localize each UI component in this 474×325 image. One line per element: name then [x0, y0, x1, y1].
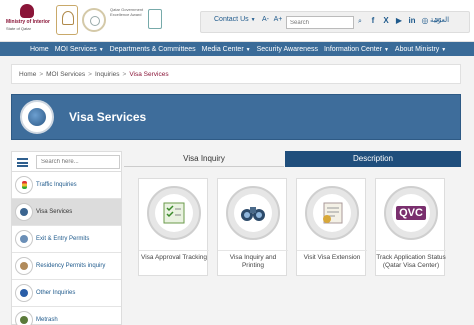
- utility-bar: Contact Us▼ A- A+ ⌕ f X ▶ in ◎ ✉ العربية: [200, 11, 470, 33]
- nav-label: Security Awareness: [256, 45, 318, 53]
- breadcrumb-inquiries[interactable]: Inquiries: [95, 71, 120, 78]
- service-card-label: Track Application Status (Qatar Visa Cen…: [376, 250, 446, 269]
- language-switch-link[interactable]: العربية: [430, 16, 449, 24]
- sidebar-item-label: Residency Permits inquiry: [36, 263, 106, 269]
- service-card-track-application-status[interactable]: QVC Track Application Status (Qatar Visa…: [375, 178, 446, 276]
- partner-badge-icon: [56, 5, 78, 35]
- nav-item-media-center[interactable]: Media Center ▼: [202, 46, 257, 53]
- nav-label: About Ministry: [394, 45, 440, 53]
- sidebar-item-label: Other Inquiries: [36, 290, 76, 296]
- service-card-visit-visa-extension[interactable]: Visit Visa Extension: [296, 178, 367, 276]
- visa-document-icon: [305, 186, 359, 240]
- nav-label: Media Center: [201, 45, 244, 53]
- nav-label: Information Center: [323, 45, 382, 53]
- sidebar-item-visa-services[interactable]: Visa Services: [12, 199, 121, 226]
- breadcrumb-separator: >: [122, 70, 127, 78]
- sidebar-item-other-inquiries[interactable]: Other Inquiries: [12, 280, 121, 307]
- breadcrumb-separator: >: [39, 70, 44, 78]
- nav-item-about-ministry[interactable]: About Ministry ▼: [395, 46, 452, 53]
- globe-icon: [15, 203, 33, 221]
- residency-card-icon: [15, 257, 33, 275]
- airplane-icon: [15, 230, 33, 248]
- x-icon[interactable]: X: [382, 16, 390, 26]
- sidebar-item-exit-entry-permits[interactable]: Exit & Entry Permits: [12, 226, 121, 253]
- nav-item-security-awareness[interactable]: Security Awareness: [257, 46, 324, 53]
- service-card-label: Visa Approval Tracking: [139, 250, 209, 262]
- award-emblem-icon: [148, 9, 162, 29]
- traffic-light-icon: [15, 176, 33, 194]
- checklist-icon: [147, 186, 201, 240]
- partner-ring-icon: [82, 8, 106, 32]
- breadcrumb-separator: >: [88, 70, 92, 78]
- breadcrumb-home[interactable]: Home: [19, 71, 36, 78]
- nav-item-moi-services[interactable]: MOI Services ▼: [55, 46, 110, 53]
- chevron-down-icon: ▼: [245, 46, 251, 53]
- contact-us-link[interactable]: Contact Us ▼: [214, 16, 256, 23]
- breadcrumb-moi-services[interactable]: MOI Services: [46, 71, 85, 78]
- search-icon[interactable]: ⌕: [355, 16, 365, 28]
- service-cards: Visa Approval Tracking Visa Inquiry and …: [124, 170, 461, 325]
- nav-item-information-center[interactable]: Information Center ▼: [324, 46, 395, 53]
- chevron-down-icon: ▼: [250, 17, 256, 23]
- moi-emblem-icon: [20, 4, 34, 18]
- logo-group: Ministry of Interior State of Qatar Qata…: [6, 3, 162, 37]
- font-decrease-button[interactable]: A-: [262, 16, 269, 23]
- qvc-logo-text: QVC: [396, 206, 426, 220]
- main-nav: Home MOI Services ▼ Departments & Committ…: [0, 42, 474, 56]
- moi-logo[interactable]: Ministry of Interior State of Qatar: [6, 4, 52, 36]
- instagram-icon[interactable]: ◎: [421, 16, 429, 26]
- font-size-controls: A- A+: [262, 16, 285, 23]
- award-line2: Excellence Award: [110, 12, 142, 17]
- sidebar-item-residency-permits[interactable]: Residency Permits inquiry: [12, 253, 121, 280]
- sidebar-item-label: Traffic Inquiries: [36, 182, 77, 188]
- nav-label: MOI Services: [54, 45, 97, 53]
- facebook-icon[interactable]: f: [369, 16, 377, 26]
- sidebar-item-label: Exit & Entry Permits: [36, 236, 90, 242]
- service-card-label: Visa Inquiry and Printing: [218, 250, 288, 269]
- tab-visa-inquiry[interactable]: Visa Inquiry: [124, 151, 284, 167]
- font-increase-button[interactable]: A+: [274, 16, 283, 23]
- linkedin-icon[interactable]: in: [408, 16, 416, 26]
- excellence-award-logo: Qatar Government Excellence Award: [110, 5, 162, 35]
- tab-description[interactable]: Description: [285, 151, 461, 167]
- moi-logo-line2: State of Qatar: [6, 26, 31, 31]
- contact-us-label: Contact Us: [214, 16, 249, 23]
- sidebar: Traffic Inquiries Visa Services Exit & E…: [11, 151, 122, 325]
- chevron-down-icon: ▼: [383, 46, 389, 53]
- nav-label: Departments & Committees: [109, 45, 196, 53]
- site-search-input[interactable]: [286, 16, 354, 29]
- service-card-label: Visit Visa Extension: [297, 250, 367, 262]
- sidebar-header: [12, 152, 121, 172]
- nav-item-home[interactable]: Home: [0, 46, 55, 53]
- nav-item-departments[interactable]: Departments & Committees: [110, 46, 202, 53]
- hamburger-menu-icon[interactable]: [17, 158, 28, 167]
- sidebar-item-metrash[interactable]: Metrash: [12, 307, 121, 325]
- service-card-visa-approval-tracking[interactable]: Visa Approval Tracking: [138, 178, 209, 276]
- page-title: Visa Services: [69, 110, 147, 124]
- sidebar-item-label: Visa Services: [36, 209, 73, 215]
- moi-logo-line1: Ministry of Interior: [6, 19, 50, 25]
- site-header: Ministry of Interior State of Qatar Qata…: [0, 0, 474, 42]
- info-icon: [15, 284, 33, 302]
- globe-icon: [20, 100, 54, 134]
- youtube-icon[interactable]: ▶: [395, 16, 403, 26]
- metrash-icon: [15, 311, 33, 325]
- nav-label: Home: [30, 45, 49, 53]
- service-tabs: Visa Inquiry Description: [124, 151, 461, 167]
- sidebar-search-input[interactable]: [36, 155, 120, 169]
- service-card-visa-inquiry-printing[interactable]: Visa Inquiry and Printing: [217, 178, 288, 276]
- sidebar-item-traffic-inquiries[interactable]: Traffic Inquiries: [12, 172, 121, 199]
- qvc-logo-icon: QVC: [384, 186, 438, 240]
- binoculars-icon: [226, 186, 280, 240]
- chevron-down-icon: ▼: [441, 46, 447, 53]
- page-title-band: Visa Services: [11, 94, 461, 140]
- sidebar-item-label: Metrash: [36, 317, 58, 323]
- breadcrumb-current: Visa Services: [129, 70, 169, 78]
- breadcrumb: Home > MOI Services > Inquiries > Visa S…: [11, 64, 461, 84]
- chevron-down-icon: ▼: [98, 46, 104, 53]
